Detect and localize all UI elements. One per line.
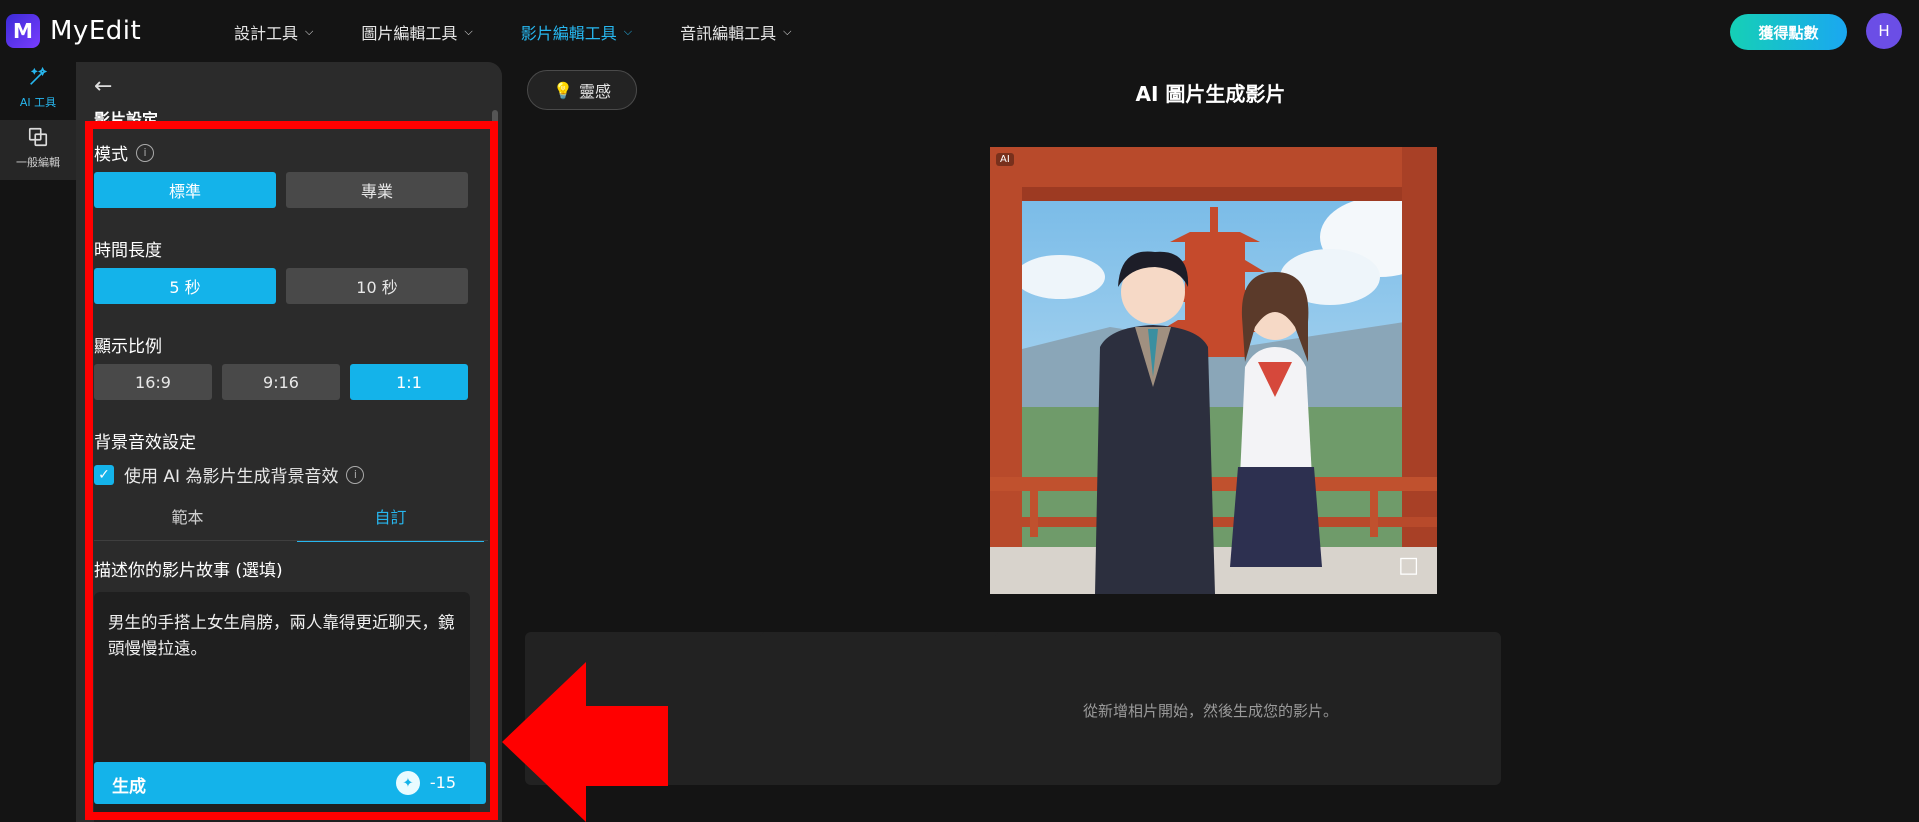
main-nav: 設計工具 ⌵ 圖片編輯工具 ⌵ 影片編輯工具 ⌵ 音訊編輯工具 ⌵ [234, 20, 839, 44]
get-points-button[interactable]: 獲得點數 [1730, 14, 1847, 50]
nav-image-tools[interactable]: 圖片編輯工具 ⌵ [361, 20, 472, 44]
page-title: AI 圖片生成影片 [1135, 82, 1286, 106]
nav-audio-tools[interactable]: 音訊編輯工具 ⌵ [680, 20, 791, 44]
nav-video-tools[interactable]: 影片編輯工具 ⌵ [521, 20, 632, 44]
ai-badge: AI [996, 153, 1014, 166]
left-rail: AI 工具 一般編輯 [0, 62, 76, 822]
empty-state-hint: 從新增相片開始，然後生成您的影片。 [1082, 702, 1338, 720]
nav-item-label: 圖片編輯工具 [361, 24, 458, 43]
rail-item-ai-tools[interactable]: AI 工具 [0, 62, 76, 116]
main-area: 💡 靈感 AI 圖片生成影片 AI □ 從新增相片開始，然後生成您的影片。 [502, 62, 1919, 822]
chevron-down-icon: ⌵ [783, 25, 792, 38]
crop-icon[interactable]: □ [1398, 553, 1419, 578]
nav-design-tools[interactable]: 設計工具 ⌵ [234, 20, 313, 44]
nav-item-label: 音訊編輯工具 [680, 24, 777, 43]
copy-layers-icon [28, 127, 48, 147]
anime-couple-temple-image [990, 147, 1437, 594]
top-bar: M MyEdit 設計工具 ⌵ 圖片編輯工具 ⌵ 影片編輯工具 ⌵ 音訊編輯工具… [0, 0, 1919, 62]
nav-item-label: 設計工具 [234, 24, 299, 43]
app-logo[interactable]: M MyEdit [6, 14, 141, 48]
back-arrow-icon[interactable]: ← [94, 74, 112, 99]
chevron-down-icon: ⌵ [305, 25, 314, 38]
red-arrow-icon [502, 662, 668, 822]
source-image-preview[interactable]: AI □ [990, 147, 1437, 594]
highlight-frame [85, 121, 498, 820]
magic-wand-icon [30, 66, 48, 85]
nav-item-label: 影片編輯工具 [520, 24, 617, 43]
rail-item-label: AI 工具 [19, 96, 57, 109]
app-name: MyEdit [50, 16, 142, 46]
rail-item-label: 一般編輯 [16, 156, 60, 169]
chevron-down-icon: ⌵ [623, 25, 633, 38]
rail-item-general-edit[interactable]: 一般編輯 [0, 120, 76, 180]
chevron-down-icon: ⌵ [464, 25, 473, 38]
logo-mark-icon: M [6, 14, 40, 48]
avatar[interactable]: H [1866, 13, 1902, 49]
